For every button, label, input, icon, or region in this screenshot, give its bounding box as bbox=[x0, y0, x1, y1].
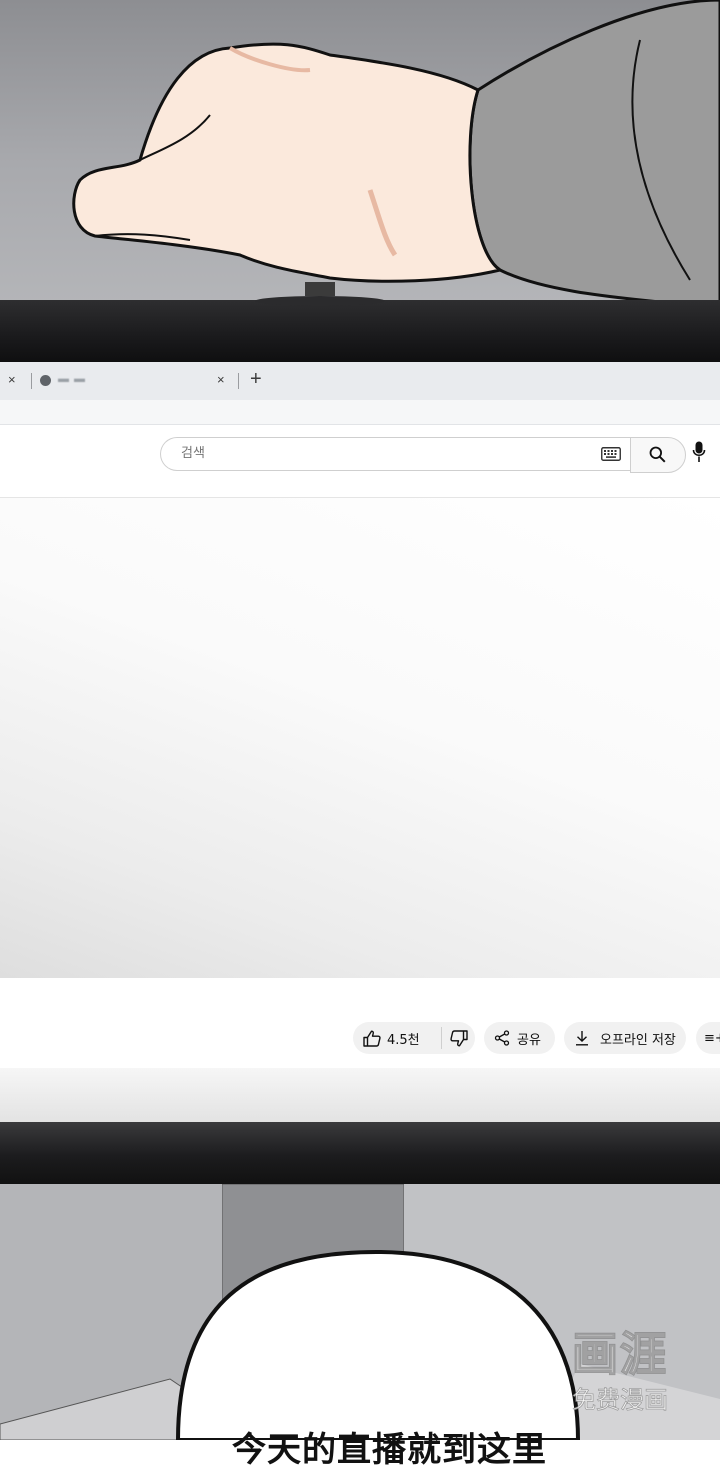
save-to-playlist-button[interactable]: ≡+ bbox=[696, 1022, 720, 1054]
download-label: 오프라인 저장 bbox=[600, 1032, 676, 1048]
mic-icon[interactable] bbox=[692, 441, 706, 463]
share-button[interactable]: 공유 bbox=[484, 1022, 555, 1054]
download-button[interactable]: 오프라인 저장 bbox=[564, 1022, 686, 1054]
tab-close-icon[interactable]: × bbox=[8, 372, 16, 387]
thumbs-up-icon bbox=[363, 1030, 381, 1047]
share-icon bbox=[494, 1030, 510, 1046]
like-button[interactable]: 4.5천 bbox=[353, 1022, 441, 1054]
like-count: 4.5천 bbox=[387, 1032, 420, 1048]
tab-close-icon[interactable]: × bbox=[217, 372, 225, 387]
search-icon bbox=[649, 446, 666, 463]
speech-bubble-text: 今天的直播就到这里 bbox=[232, 1430, 547, 1470]
share-label: 공유 bbox=[517, 1032, 541, 1048]
watermark-logo: 画涯 bbox=[571, 1326, 668, 1382]
keyboard-icon[interactable] bbox=[601, 447, 621, 461]
thumbs-down-icon bbox=[449, 1029, 468, 1046]
tab-separator bbox=[238, 373, 239, 389]
mouse-base bbox=[255, 296, 385, 306]
youtube-favicon-icon bbox=[40, 375, 51, 386]
search-box bbox=[160, 437, 631, 471]
browser-tab-strip: × ▬ ▬ × + bbox=[0, 362, 720, 401]
dislike-button[interactable] bbox=[442, 1022, 475, 1054]
video-player[interactable] bbox=[0, 498, 720, 978]
search-input[interactable] bbox=[179, 445, 583, 462]
youtube-header bbox=[0, 425, 720, 498]
save-playlist-icon: ≡+ bbox=[704, 1030, 720, 1046]
monitor-bottom-bezel bbox=[0, 1122, 720, 1184]
new-tab-button[interactable]: + bbox=[250, 368, 262, 390]
tab-separator bbox=[31, 373, 32, 389]
monitor-top-bezel bbox=[0, 296, 720, 362]
tab-title: ▬ ▬ bbox=[58, 373, 87, 385]
download-icon bbox=[576, 1031, 588, 1046]
like-dislike-group: 4.5천 bbox=[353, 1022, 475, 1054]
watermark-subtitle: 免费漫画 bbox=[572, 1386, 669, 1415]
screen-bottom-area bbox=[0, 1068, 720, 1124]
search-button[interactable] bbox=[630, 437, 686, 473]
browser-toolbar bbox=[0, 400, 720, 425]
